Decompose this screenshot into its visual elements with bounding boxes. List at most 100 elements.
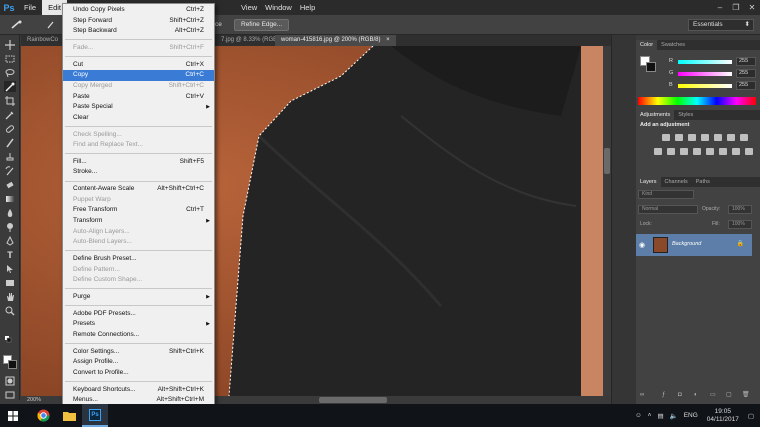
layer-style-icon[interactable]: ƒ [662,392,665,398]
zoom-tool-icon[interactable] [4,305,16,316]
channel-value-field[interactable]: 255 [736,57,756,66]
tab-color[interactable]: Color [636,40,658,50]
edit-menu-item[interactable]: Define Brush Preset... [63,254,214,265]
adjustment-preset-icon[interactable] [740,134,748,141]
channel-slider[interactable] [678,72,732,76]
volume-icon[interactable]: 🔈 [670,412,678,420]
notifications-icon[interactable]: ▢ [748,412,754,420]
eyedropper-tool-icon[interactable] [4,109,16,120]
start-button[interactable] [0,404,26,427]
edit-menu-item[interactable]: Purge ▶ [63,292,214,303]
channel-slider[interactable] [678,60,732,64]
tab-rainbow[interactable]: RainbowCo [21,35,61,46]
edit-menu-item[interactable]: Convert to Profile... [63,368,214,379]
zoom-level[interactable]: 200% [27,397,41,403]
adjustment-preset-icon[interactable] [680,148,688,155]
input-language[interactable]: ENG [684,412,698,419]
system-clock[interactable]: 19:05 04/11/2017 [707,408,739,424]
eraser-tool-icon[interactable] [4,179,16,190]
healing-brush-tool-icon[interactable] [4,123,16,134]
new-adjustment-icon[interactable]: ◐ [694,392,698,398]
menu-help[interactable]: Help [296,0,319,15]
menu-window[interactable]: Window [261,0,296,15]
tab-adjustments[interactable]: Adjustments [636,110,675,120]
tab-close-icon[interactable]: × [386,37,390,43]
dodge-tool-icon[interactable] [4,221,16,232]
edit-menu-item[interactable]: Keyboard Shortcuts... Alt+Shift+Ctrl+K [63,385,214,396]
blend-mode-select[interactable]: Normal [638,205,698,214]
edit-menu-item[interactable]: Step Forward Shift+Ctrl+Z [63,16,214,27]
layer-filter-kind[interactable]: Kind [638,190,694,199]
adjustment-preset-icon[interactable] [688,134,696,141]
link-layers-icon[interactable]: ∞ [640,392,644,398]
edit-menu-item[interactable]: Content-Aware Scale Alt+Shift+Ctrl+C [63,184,214,195]
adjustment-preset-icon[interactable] [701,134,709,141]
edit-menu-item[interactable]: Color Settings... Shift+Ctrl+K [63,347,214,358]
edit-menu-item[interactable]: Step Backward Alt+Ctrl+Z [63,26,214,37]
edit-menu-item[interactable]: Paste Special ▶ [63,102,214,113]
tab-swatches[interactable]: Swatches [657,40,689,50]
edit-menu-item[interactable]: Fill... Shift+F5 [63,157,214,168]
type-tool-icon[interactable]: T [4,249,16,260]
workspace-select[interactable]: Essentials ⬍ [688,19,754,31]
screen-mode-icon[interactable] [4,389,16,400]
edit-menu-item[interactable]: Presets ▶ [63,319,214,330]
restore-icon[interactable]: ❐ [728,0,744,15]
color-spectrum[interactable] [638,97,756,105]
edit-menu-item[interactable]: Free Transform Ctrl+T [63,205,214,216]
adjustment-preset-icon[interactable] [745,148,753,155]
adjustment-preset-icon[interactable] [693,148,701,155]
add-mask-icon[interactable]: ◘ [678,392,682,398]
adjustment-preset-icon[interactable] [662,134,670,141]
path-selection-tool-icon[interactable] [4,263,16,274]
blur-tool-icon[interactable] [4,207,16,218]
edit-menu-item[interactable]: Undo Copy Pixels Ctrl+Z [63,5,214,16]
brush-tool-icon[interactable] [4,137,16,148]
network-icon[interactable]: ▤ [657,412,663,420]
edit-menu-item[interactable]: Assign Profile... [63,357,214,368]
fill-field[interactable]: 100% [728,220,752,229]
tab-channels[interactable]: Channels [661,177,692,187]
vertical-scroll-thumb[interactable] [604,148,610,174]
edit-menu-item[interactable]: Clear [63,113,214,124]
tab-layers[interactable]: Layers [636,177,661,187]
edit-menu-item[interactable]: Copy Ctrl+C [63,70,214,81]
tab-paths[interactable]: Paths [692,177,714,187]
tab-woman[interactable]: woman-415816.jpg @ 200% (RGB/8) × [275,35,396,46]
show-hidden-icons-icon[interactable]: ˄ [648,412,652,419]
edit-menu-item[interactable]: Adobe PDF Presets... [63,309,214,320]
edit-menu-item[interactable]: Remote Connections... [63,330,214,341]
edit-menu-item[interactable]: Stroke... [63,167,214,178]
edit-menu-item[interactable]: Paste Ctrl+V [63,92,214,103]
file-explorer-taskbar-button[interactable] [56,404,82,427]
background-color-swatch[interactable] [8,360,17,369]
tab-styles[interactable]: Styles [674,110,697,120]
adjustment-preset-icon[interactable] [654,148,662,155]
delete-layer-icon[interactable]: 🗑 [742,391,750,398]
adjustment-preset-icon[interactable] [732,148,740,155]
refine-edge-button[interactable]: Refine Edge... [234,19,290,31]
adjustment-preset-icon[interactable] [719,148,727,155]
marquee-tool-icon[interactable] [4,53,16,64]
adjustment-preset-icon[interactable] [727,134,735,141]
chrome-taskbar-button[interactable] [30,404,56,427]
default-colors-icon[interactable] [4,335,16,346]
gradient-tool-icon[interactable] [4,193,16,204]
channel-slider[interactable] [678,84,732,88]
people-icon[interactable]: ☺ [635,412,642,419]
new-layer-icon[interactable]: ▢ [726,391,732,398]
photoshop-taskbar-button[interactable]: Ps [82,404,108,427]
quick-mask-icon[interactable] [4,375,16,386]
history-brush-tool-icon[interactable] [4,165,16,176]
adjustment-preset-icon[interactable] [706,148,714,155]
quick-selection-tool-icon[interactable] [4,18,30,32]
move-tool-icon[interactable] [4,39,16,50]
horizontal-scroll-thumb[interactable] [319,397,387,403]
layer-row-background[interactable]: ◉ Background 🔒 [636,234,752,256]
crop-tool-icon[interactable] [4,95,16,106]
close-icon[interactable]: ✕ [744,0,760,15]
tab-jpg-8[interactable]: 7.jpg @ 8.33% (RGB/8) [215,35,275,46]
minimize-icon[interactable]: – [712,0,728,15]
lasso-tool-icon[interactable] [4,67,16,78]
adjustment-preset-icon[interactable] [667,148,675,155]
